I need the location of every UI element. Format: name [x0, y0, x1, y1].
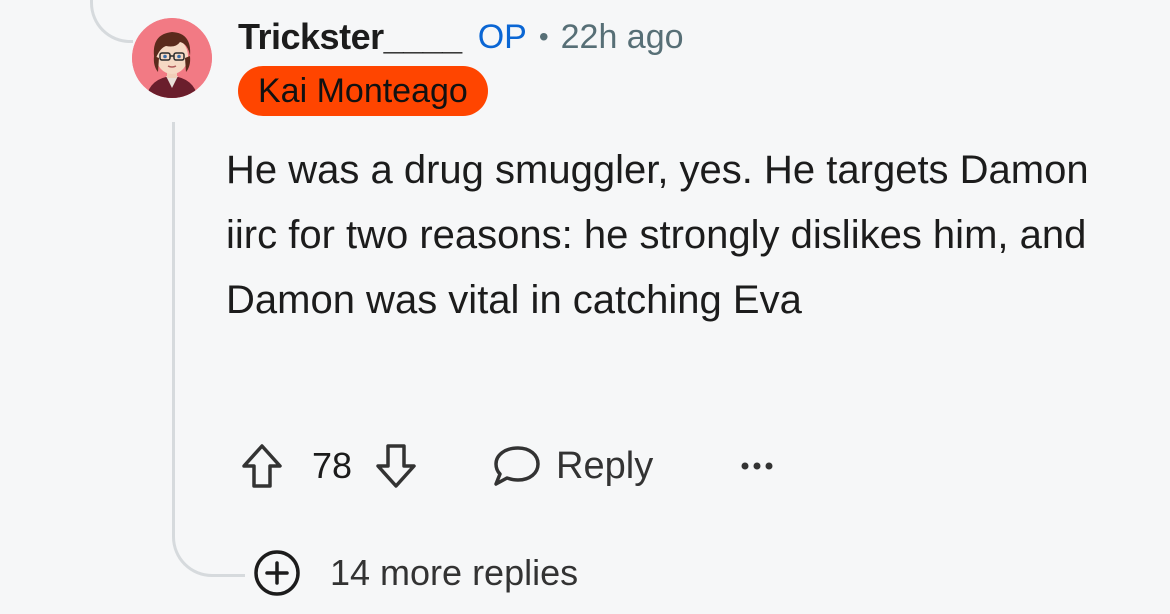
- plus-circle-icon: [254, 550, 300, 596]
- upvote-arrow-icon: [242, 444, 282, 488]
- comment-actions: 78 Reply: [240, 436, 777, 496]
- avatar-character-icon: [132, 18, 212, 98]
- comment-thread: Trickster____ OP • 22h ago Kai Monteago …: [0, 0, 1170, 614]
- downvote-arrow-icon: [376, 444, 416, 488]
- reply-button[interactable]: Reply: [490, 442, 653, 490]
- op-badge: OP: [477, 17, 527, 56]
- thread-line[interactable]: [172, 122, 175, 532]
- reply-label: Reply: [556, 444, 654, 487]
- thread-connector-bottom: [172, 500, 245, 577]
- speech-bubble-icon: [494, 446, 540, 486]
- vote-score: 78: [312, 445, 353, 486]
- username-link[interactable]: Trickster____: [238, 16, 462, 58]
- more-replies-button[interactable]: 14 more replies: [252, 548, 578, 598]
- thread-connector-top: [90, 0, 133, 43]
- comment-body: He was a drug smuggler, yes. He targets …: [226, 148, 1089, 322]
- upvote-button[interactable]: [240, 440, 284, 492]
- downvote-button[interactable]: [374, 440, 418, 492]
- comment-timestamp[interactable]: 22h ago: [561, 18, 684, 57]
- avatar[interactable]: [132, 18, 212, 98]
- ellipsis-icon: [741, 462, 773, 470]
- comment-meta: Trickster____ OP • 22h ago: [238, 14, 684, 60]
- more-options-button[interactable]: [737, 446, 777, 486]
- user-flair: Kai Monteago: [238, 66, 488, 116]
- more-replies-label: 14 more replies: [330, 552, 579, 593]
- meta-separator: •: [538, 21, 549, 52]
